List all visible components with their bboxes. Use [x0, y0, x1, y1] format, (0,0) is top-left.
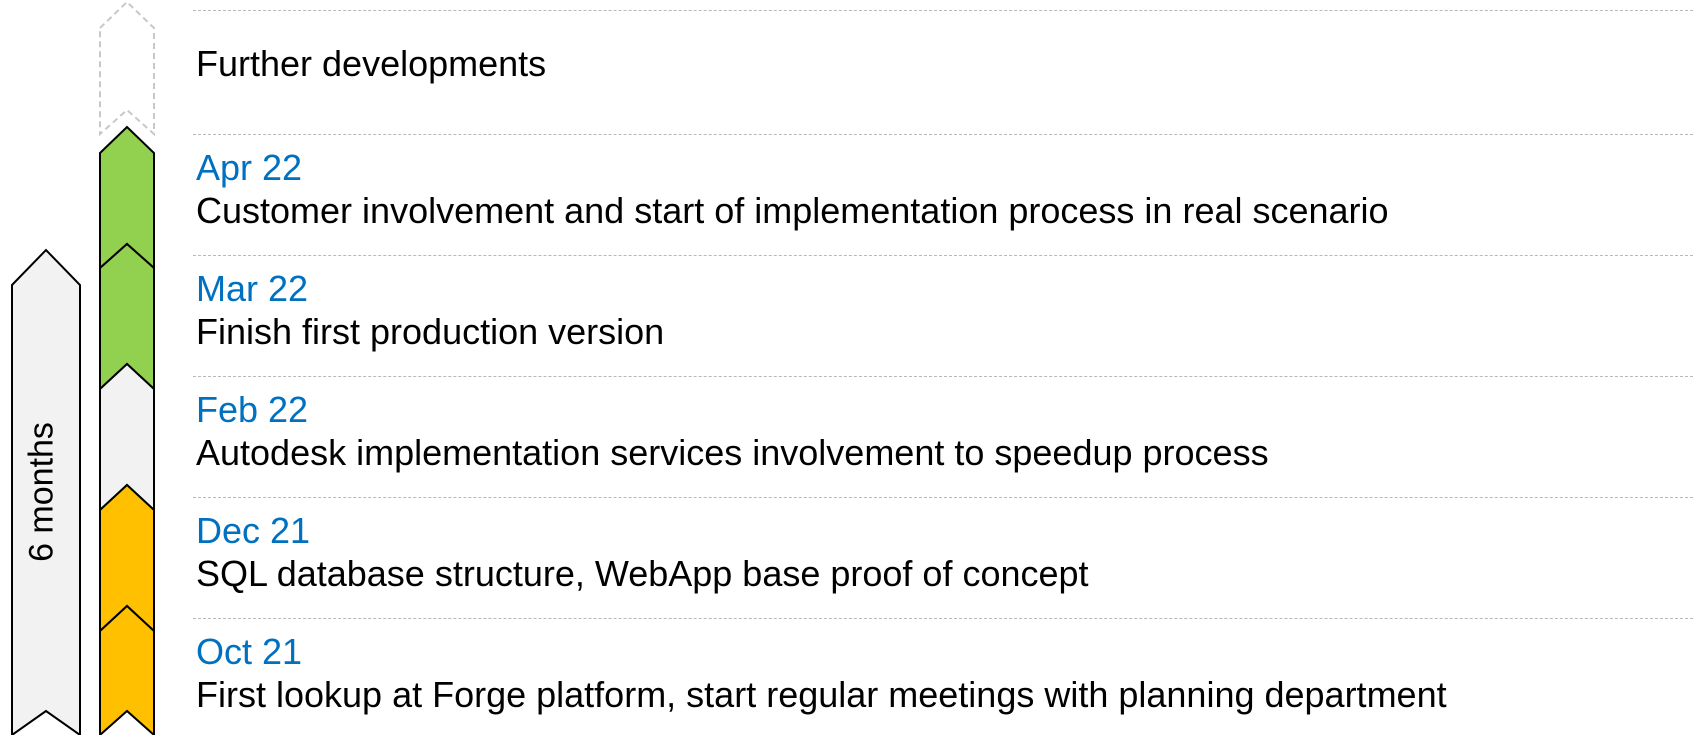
timeline-entry-feb-22: Feb 22 Autodesk implementation services …	[196, 390, 1269, 473]
entry-date: Feb 22	[196, 389, 309, 430]
chevron-further-developments	[99, 0, 155, 137]
separator-apr-22	[193, 134, 1693, 135]
entry-description: SQL database structure, WebApp base proo…	[196, 553, 1089, 594]
timeline-entry-further-developments: Further developments	[196, 44, 546, 84]
entry-date: Apr 22	[196, 147, 303, 188]
entry-description: Finish first production version	[196, 311, 665, 352]
timeline-entry-oct-21: Oct 21 First lookup at Forge platform, s…	[196, 632, 1447, 715]
entry-description: Autodesk implementation services involve…	[196, 432, 1269, 473]
timeline-entry-dec-21: Dec 21 SQL database structure, WebApp ba…	[196, 511, 1089, 594]
entry-description: Customer involvement and start of implem…	[196, 190, 1389, 231]
separator-oct-21	[193, 618, 1693, 619]
entry-date: Dec 21	[196, 510, 311, 551]
separator-mar-22	[193, 255, 1693, 256]
timeline-entry-mar-22: Mar 22 Finish first production version	[196, 269, 664, 352]
chevron-oct-21	[99, 604, 155, 735]
separator-dec-21	[193, 497, 1693, 498]
separator-feb-22	[193, 376, 1693, 377]
timeline-chevrons	[11, 0, 155, 735]
entry-description: Further developments	[196, 43, 547, 84]
span-label-text: 6 months	[22, 422, 61, 562]
timeline-entry-apr-22: Apr 22 Customer involvement and start of…	[196, 148, 1389, 231]
entry-date: Mar 22	[196, 268, 309, 309]
entry-date: Oct 21	[196, 631, 303, 672]
separator-top	[193, 10, 1693, 11]
entry-description: First lookup at Forge platform, start re…	[196, 674, 1447, 715]
